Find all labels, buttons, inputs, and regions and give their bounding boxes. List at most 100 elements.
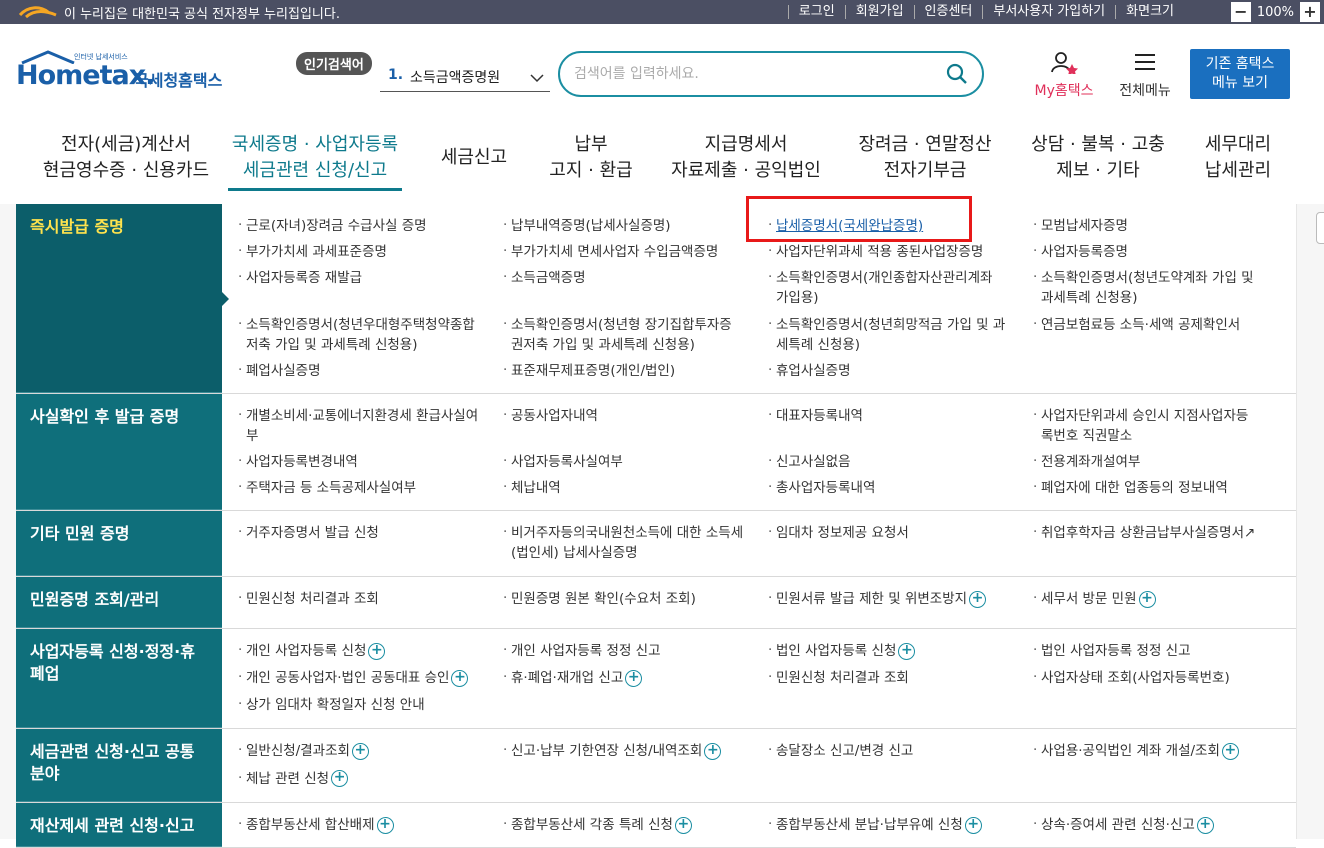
menu-link[interactable]: 사업자단위과세 적용 종된사업장증명 [766,240,1031,266]
cert-center-link[interactable]: 인증센터 [913,5,983,19]
menu-link[interactable]: 공동사업자내역 [501,404,766,450]
expand-plus-icon[interactable]: + [1221,742,1239,760]
nav-item-incentive[interactable]: 장려금 · 연말정산 전자기부금 [850,132,1000,184]
menu-link[interactable]: 체납내역 [501,476,766,502]
menu-link[interactable]: 소득확인증명서(청년우대형주택청약종합저축 가입 및 과세특례 신청용) [236,313,501,359]
menu-link[interactable]: 종합부동산세 각종 특례 신청+ [501,813,766,839]
expand-plus-icon[interactable]: + [1138,590,1156,608]
menu-link[interactable]: 사업자등록변경내역 [236,450,501,476]
side-tab-handle[interactable] [1316,212,1324,244]
menu-link[interactable]: 부가가치세 과세표준증명 [236,240,501,266]
nav-item-e-invoice[interactable]: 전자(세금)계산서 현금영수증 · 신용카드 [38,132,214,184]
menu-link[interactable]: 폐업사실증명 [236,359,501,385]
expand-plus-icon[interactable]: + [704,742,722,760]
login-link[interactable]: 로그인 [787,5,845,19]
menu-link[interactable]: 민원신청 처리결과 조회 [766,666,1031,693]
menu-link[interactable]: 임대차 정보제공 요청서 [766,521,1031,568]
expand-plus-icon[interactable]: + [451,669,469,687]
section-title[interactable]: 민원증명 조회/관리 [16,577,222,628]
menu-link[interactable]: 법인 사업자등록 정정 신고 [1031,639,1281,666]
menu-link[interactable]: 소득확인증명서(청년희망적금 가입 및 과세특례 신청용) [766,313,1031,359]
section-title[interactable]: 기타 민원 증명 [16,511,222,576]
menu-link[interactable]: 법인 사업자등록 신청+ [766,639,1031,666]
menu-link[interactable]: 사업자등록사실여부 [501,450,766,476]
menu-link[interactable]: 신고사실없음 [766,450,1031,476]
old-hometax-menu-button[interactable]: 기존 홈택스 메뉴 보기 [1190,49,1290,99]
menu-link[interactable]: 일반신청/결과조회+ [236,739,501,767]
nav-item-consultation[interactable]: 상담 · 불복 · 고충 제보 · 기타 [1024,132,1172,184]
nav-item-tax-agent[interactable]: 세무대리 납세관리 [1194,132,1282,184]
menu-link[interactable]: 소득확인증명서(청년형 장기집합투자증권저축 가입 및 과세특례 신청용) [501,313,766,359]
expand-plus-icon[interactable]: + [351,742,369,760]
menu-link[interactable]: 민원서류 발급 제한 및 위변조방지+ [766,587,1031,620]
popular-keyword-dropdown[interactable]: 1. 소득금액증명원 [380,64,550,92]
section-title[interactable]: 재산제세 관련 신청·신고 [16,803,222,847]
menu-link[interactable]: 민원신청 처리결과 조회 [236,587,501,620]
section-title[interactable]: 세금관련 신청·신고 공통분야 [16,729,222,802]
section-items: 민원신청 처리결과 조회 민원증명 원본 확인(수요처 조회) 민원서류 발급 제한… [222,577,1296,628]
dept-user-signup-link[interactable]: 부서사용자 가입하기 [982,5,1115,19]
search-icon[interactable] [946,63,968,85]
menu-link[interactable]: 송달장소 신고/변경 신고 [766,739,1031,767]
menu-link[interactable]: 체납 관련 신청+ [236,767,501,795]
menu-link[interactable]: 연금보험료등 소득·세액 공제확인서 [1031,313,1281,359]
menu-link[interactable]: 거주자증명서 발급 신청 [236,521,501,568]
menu-link[interactable]: 부가가치세 면세사업자 수입금액증명 [501,240,766,266]
menu-link[interactable]: 폐업자에 대한 업종등의 정보내역 [1031,476,1281,502]
menu-link[interactable]: 근로(자녀)장려금 수급사실 증명 [236,214,501,240]
expand-plus-icon[interactable]: + [1196,816,1214,834]
menu-link[interactable]: 납부내역증명(납세사실증명) [501,214,766,240]
menu-link[interactable]: 개인 사업자등록 정정 신고 [501,639,766,666]
nav-item-tax-filing[interactable]: 세금신고 [430,145,518,171]
menu-link[interactable]: 소득확인증명서(청년도약계좌 가입 및 과세특례 신청용) [1031,266,1281,312]
my-hometax-button[interactable]: My홈택스 [1028,50,1100,100]
expand-plus-icon[interactable]: + [969,590,987,608]
section-title[interactable]: 사실확인 후 발급 증명 [16,394,222,510]
menu-link[interactable]: 소득확인증명서(개인종합자산관리계좌 가입용) [766,266,1031,312]
menu-link[interactable]: 사업용·공익법인 계좌 개설/조회+ [1031,739,1281,767]
menu-link[interactable]: 사업자단위과세 승인시 지점사업자등록번호 직권말소 [1031,404,1281,450]
menu-link[interactable]: 종합부동산세 분납·납부유예 신청+ [766,813,1031,839]
menu-link[interactable]: 주택자금 등 소득공제사실여부 [236,476,501,502]
zoom-in-button[interactable]: + [1300,2,1320,22]
expand-plus-icon[interactable]: + [898,642,916,660]
all-menu-button[interactable]: 전체메뉴 [1112,50,1178,100]
menu-link[interactable]: 상가 임대차 확정일자 신청 안내 [236,693,501,720]
menu-link[interactable]: 세무서 방문 민원+ [1031,587,1281,620]
expand-plus-icon[interactable]: + [625,669,643,687]
menu-link[interactable]: 총사업자등록내역 [766,476,1031,502]
external-link-icon[interactable]: ↗ [1244,525,1255,541]
section-title[interactable]: 즉시발급 증명 [16,204,222,393]
menu-link[interactable]: 민원증명 원본 확인(수요처 조회) [501,587,766,620]
menu-link[interactable]: 종합부동산세 합산배제+ [236,813,501,839]
nav-item-statements[interactable]: 지급명세서 자료제출 · 공익법인 [664,132,828,184]
section-title[interactable]: 사업자등록 신청·정정·휴폐업 [16,629,222,728]
nav-item-payment[interactable]: 납부 고지 · 환급 [536,132,646,184]
nav-item-tax-certificate[interactable]: 국세증명 · 사업자등록 세금관련 신청/신고 [226,132,404,184]
menu-link[interactable]: 개별소비세·교통에너지환경세 환급사실여부 [236,404,501,450]
menu-link[interactable]: 사업자등록증명 [1031,240,1281,266]
menu-link[interactable]: 휴업사실증명 [766,359,1031,385]
menu-link[interactable]: 신고·납부 기한연장 신청/내역조회+ [501,739,766,767]
menu-link[interactable]: 전용계좌개설여부 [1031,450,1281,476]
expand-plus-icon[interactable]: + [674,816,692,834]
menu-link[interactable]: 비거주자등의국내원천소득에 대한 소득세(법인세) 납세사실증명 [501,521,766,568]
menu-link[interactable]: 취업후학자금 상환금납부사실증명서↗ [1031,521,1281,568]
menu-link[interactable]: 개인 공동사업자·법인 공동대표 승인+ [236,666,501,693]
zoom-out-button[interactable]: − [1230,2,1251,22]
expand-plus-icon[interactable]: + [331,770,349,787]
menu-link[interactable]: 모범납세자증명 [1031,214,1281,240]
signup-link[interactable]: 회원가입 [844,5,914,19]
menu-link[interactable]: 휴·폐업·재개업 신고+ [501,666,766,693]
menu-link[interactable]: 사업자상태 조회(사업자등록번호) [1031,666,1281,693]
expand-plus-icon[interactable]: + [368,642,386,660]
expand-plus-icon[interactable]: + [376,816,394,834]
menu-link[interactable]: 사업자등록증 재발급 [236,266,501,312]
menu-link[interactable]: 상속·증여세 관련 신청·신고+ [1031,813,1281,839]
menu-link[interactable]: 대표자등록내역 [766,404,1031,450]
menu-link[interactable]: 표준재무제표증명(개인/법인) [501,359,766,385]
menu-link[interactable]: 소득금액증명 [501,266,766,312]
menu-link[interactable]: 개인 사업자등록 신청+ [236,639,501,666]
search-input[interactable] [574,62,934,86]
expand-plus-icon[interactable]: + [964,816,982,834]
